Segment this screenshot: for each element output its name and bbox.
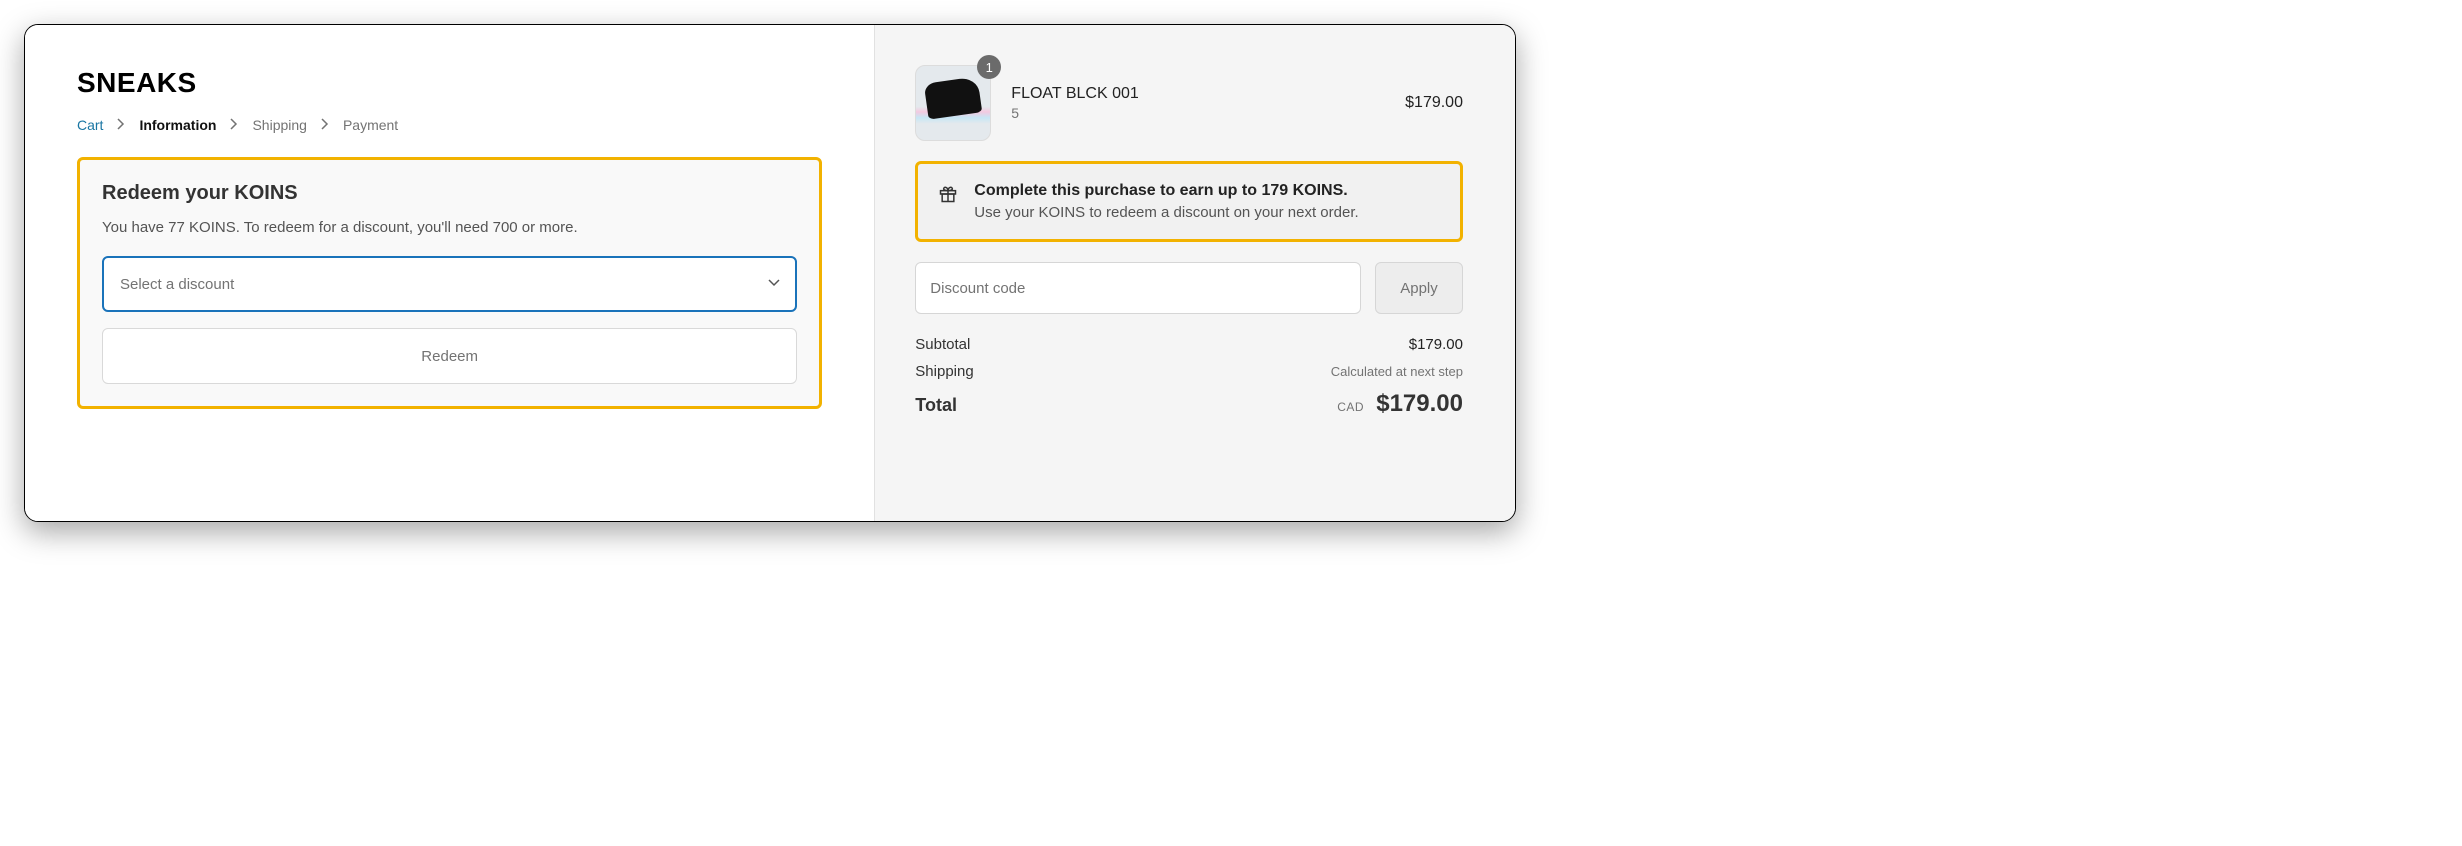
apply-button[interactable]: Apply [1375,262,1463,314]
product-thumbnail-wrap: 1 [915,65,991,141]
product-thumbnail [915,65,991,141]
total-row: Total CAD $179.00 [915,390,1463,418]
earn-text: Complete this purchase to earn up to 179… [974,182,1358,221]
chevron-right-icon [230,117,238,133]
product-info: FLOAT BLCK 001 5 [1011,85,1385,121]
redeem-title: Redeem your KOINS [102,182,797,205]
checkout-window: SNEAKS Cart Information Shipping Payment… [24,24,1516,522]
discount-select-wrap: Select a discount [102,256,797,312]
discount-select-placeholder: Select a discount [120,276,234,293]
breadcrumb-payment[interactable]: Payment [343,117,398,133]
discount-row: Apply [915,262,1463,314]
brand-name: SNEAKS [77,67,822,99]
product-price: $179.00 [1405,94,1463,112]
breadcrumb: Cart Information Shipping Payment [77,117,822,133]
earn-description: Use your KOINS to redeem a discount on y… [974,204,1358,221]
subtotal-row: Subtotal $179.00 [915,336,1463,353]
shipping-row: Shipping Calculated at next step [915,363,1463,380]
chevron-right-icon [117,117,125,133]
shipping-value: Calculated at next step [1331,364,1463,379]
earn-panel: Complete this purchase to earn up to 179… [915,161,1463,242]
redeem-description: You have 77 KOINS. To redeem for a disco… [102,219,797,236]
discount-code-input[interactable] [915,262,1361,314]
product-row: 1 FLOAT BLCK 001 5 $179.00 [915,65,1463,141]
gift-icon [938,184,958,221]
breadcrumb-shipping[interactable]: Shipping [252,117,307,133]
total-label: Total [915,395,957,416]
breadcrumb-cart[interactable]: Cart [77,117,103,133]
chevron-right-icon [321,117,329,133]
currency-label: CAD [1337,400,1364,414]
quantity-badge: 1 [977,55,1001,79]
discount-select[interactable]: Select a discount [102,256,797,312]
earn-title: Complete this purchase to earn up to 179… [974,182,1358,200]
redeem-panel: Redeem your KOINS You have 77 KOINS. To … [77,157,822,409]
shipping-label: Shipping [915,363,973,380]
total-value: $179.00 [1376,390,1463,417]
redeem-button[interactable]: Redeem [102,328,797,384]
checkout-main: SNEAKS Cart Information Shipping Payment… [25,25,874,521]
product-variant: 5 [1011,105,1385,121]
subtotal-label: Subtotal [915,336,970,353]
subtotal-value: $179.00 [1409,336,1463,353]
order-summary: 1 FLOAT BLCK 001 5 $179.00 Complete this… [874,25,1515,521]
total-value-wrap: CAD $179.00 [1337,390,1463,418]
product-name: FLOAT BLCK 001 [1011,85,1385,103]
breadcrumb-information: Information [139,117,216,133]
totals: Subtotal $179.00 Shipping Calculated at … [915,336,1463,418]
product-image [924,76,982,119]
